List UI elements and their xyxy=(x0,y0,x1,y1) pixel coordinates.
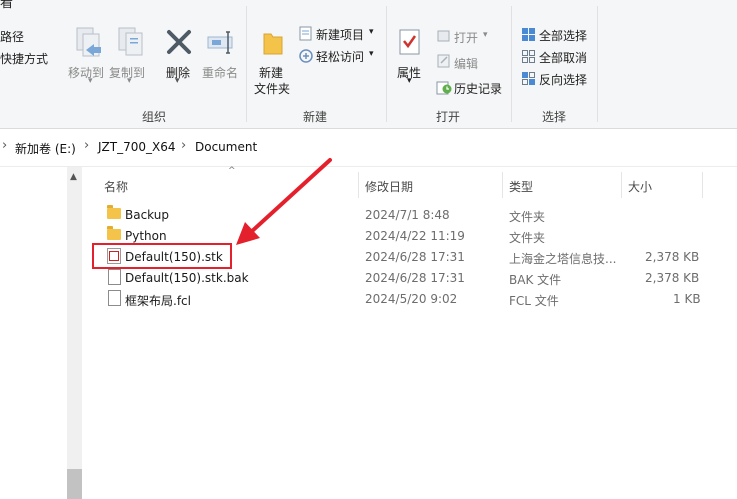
annotation-arrow-icon xyxy=(236,158,332,245)
